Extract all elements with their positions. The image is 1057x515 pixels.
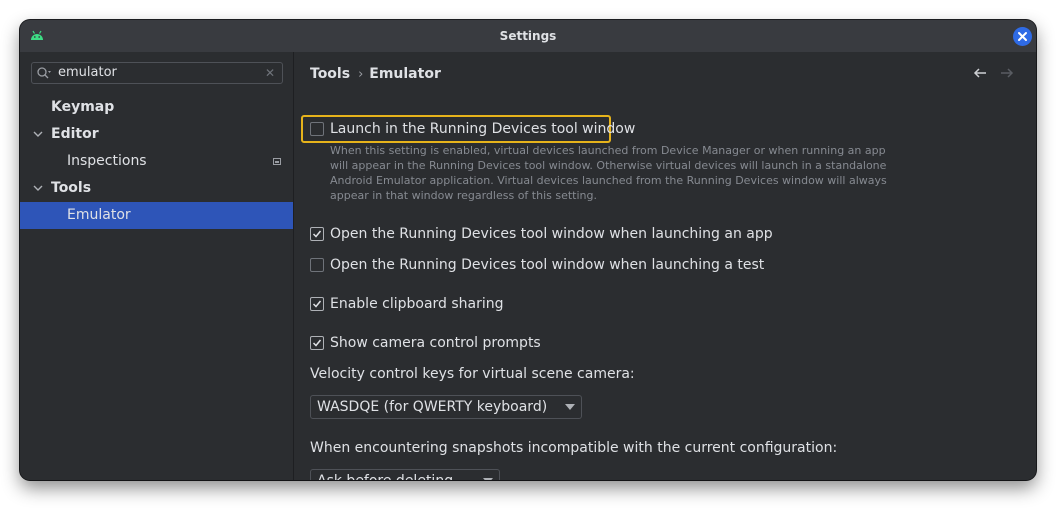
snapshots-label: When encountering snapshots incompatible… (310, 440, 838, 456)
checkbox-label: Show camera control prompts (330, 335, 541, 351)
launch-in-running-devices-checkbox[interactable] (310, 122, 324, 136)
close-icon (1018, 32, 1027, 41)
settings-content: Tools › Emulator Launch in the Running Dev… (294, 52, 1036, 480)
velocity-keys-dropdown[interactable]: WASDQE (for QWERTY keyboard) (310, 395, 582, 419)
chevron-down-icon[interactable] (33, 184, 43, 192)
window-title: Settings (499, 29, 557, 43)
checkmark-icon (312, 300, 322, 308)
arrow-left-icon[interactable] (973, 66, 987, 80)
arrow-right-icon[interactable] (1000, 66, 1014, 80)
checkmark-icon (312, 339, 322, 347)
breadcrumb-current: Emulator (369, 66, 441, 82)
sidebar-item-label: Keymap (51, 99, 115, 115)
breadcrumb-parent[interactable]: Tools (310, 66, 350, 82)
dropdown-value: Ask before deleting (317, 470, 453, 480)
sidebar-item-inspections[interactable]: Inspections (20, 148, 293, 175)
sidebar-item-label: Editor (51, 126, 99, 142)
checkbox-label: Open the Running Devices tool window whe… (330, 226, 773, 242)
sidebar-item-label: Emulator (67, 207, 131, 223)
checkbox-label: Open the Running Devices tool window whe… (330, 257, 765, 273)
chevron-down-icon[interactable] (33, 130, 43, 138)
snapshots-dropdown[interactable]: Ask before deleting (310, 469, 500, 480)
settings-dialog: Settings ✕ Keymap Editor (20, 20, 1036, 480)
camera-control-prompts-checkbox[interactable] (310, 336, 324, 350)
clipboard-sharing-checkbox[interactable] (310, 297, 324, 311)
dropdown-value: WASDQE (for QWERTY keyboard) (317, 399, 548, 415)
sidebar-item-keymap[interactable]: Keymap (20, 94, 293, 121)
settings-sidebar: ✕ Keymap Editor Inspections Tools Emulat… (20, 52, 293, 480)
sidebar-item-editor[interactable]: Editor (20, 121, 293, 148)
checkbox-label: Launch in the Running Devices tool windo… (330, 121, 636, 137)
breadcrumb-separator: › (358, 67, 364, 82)
checkmark-icon (312, 230, 322, 238)
sidebar-item-label: Inspections (67, 153, 147, 169)
velocity-keys-label: Velocity control keys for virtual scene … (310, 366, 635, 382)
sidebar-item-label: Tools (51, 180, 92, 196)
open-on-launch-test-checkbox[interactable] (310, 258, 324, 272)
chevron-down-icon (565, 404, 575, 410)
clear-icon[interactable]: ✕ (265, 65, 275, 81)
chevron-down-icon (483, 478, 493, 480)
sidebar-item-emulator[interactable]: Emulator (20, 202, 293, 229)
checkbox-label: Enable clipboard sharing (330, 296, 504, 312)
close-button[interactable] (1013, 27, 1032, 46)
title-bar[interactable]: Settings (20, 20, 1036, 52)
open-on-launch-app-checkbox[interactable] (310, 227, 324, 241)
settings-search-field[interactable]: ✕ (31, 62, 283, 84)
launch-option-description: When this setting is enabled, virtual de… (330, 144, 887, 202)
search-icon (37, 67, 51, 79)
project-scope-icon (273, 158, 281, 165)
breadcrumb: Tools › Emulator (310, 66, 441, 82)
search-input[interactable] (58, 63, 258, 83)
sidebar-item-tools[interactable]: Tools (20, 175, 293, 202)
